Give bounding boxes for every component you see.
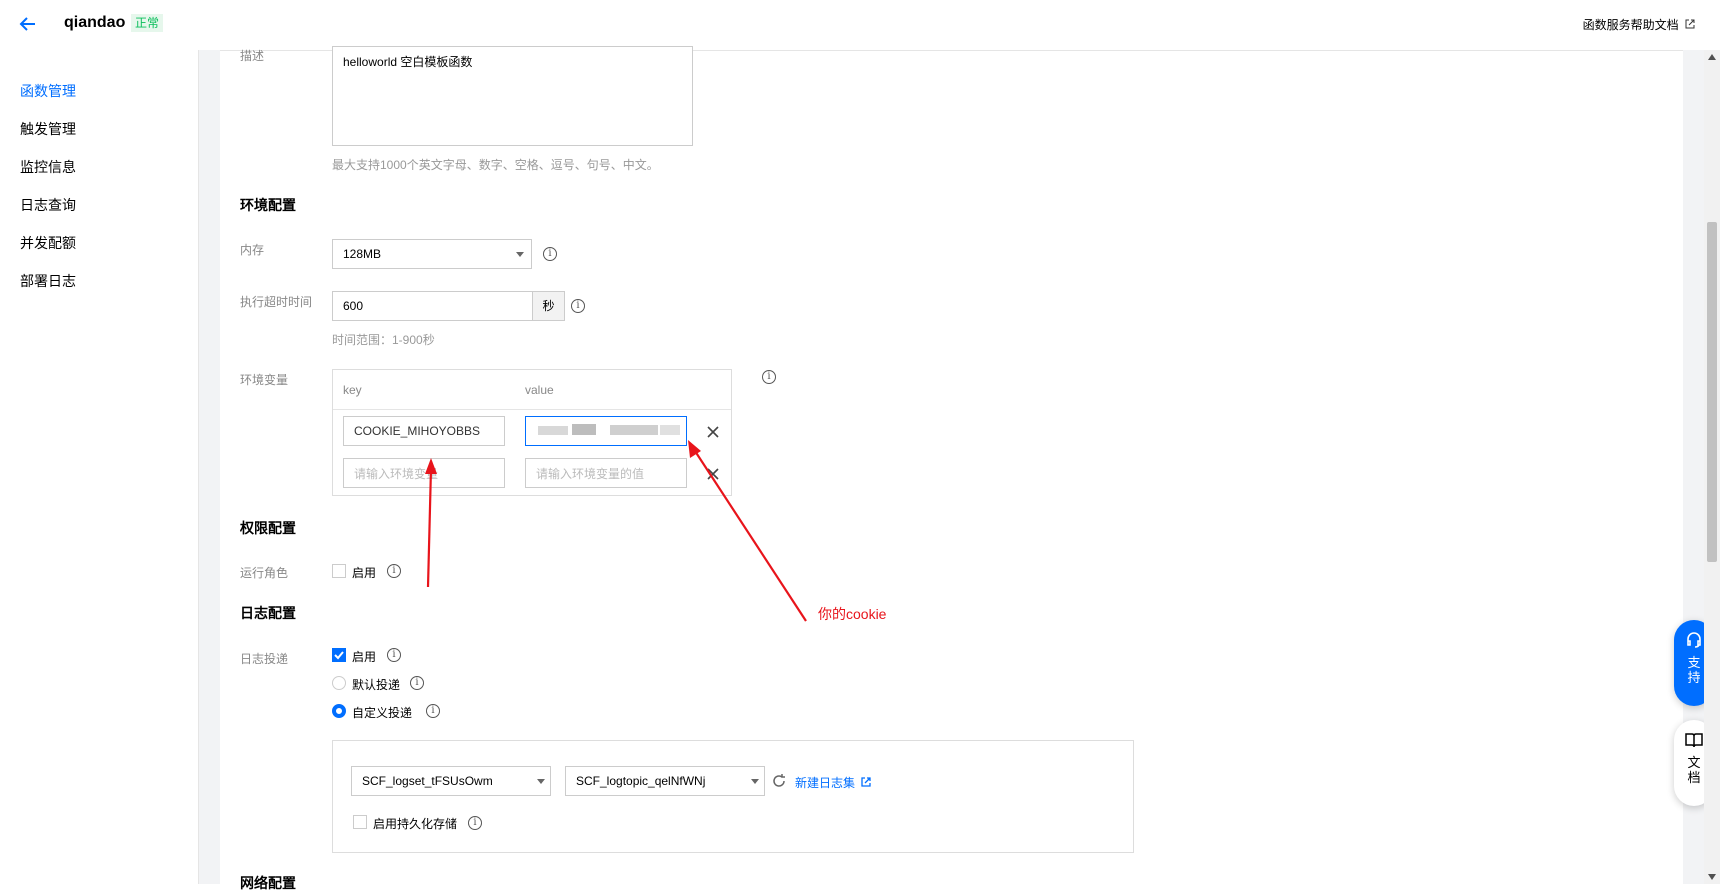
support-label: 支持 [1687,655,1701,685]
annotation-label: 你的cookie [818,606,887,622]
book-icon [1685,733,1703,748]
headset-icon [1687,632,1701,648]
annotation-arrowhead [425,458,437,474]
scrollbar-thumb[interactable] [1707,222,1717,562]
annotation-arrow-line [426,467,433,588]
scroll-down-icon[interactable] [1708,874,1716,880]
docs-label: 文档 [1687,755,1701,785]
annotation-arrows [425,440,807,622]
scroll-up-icon[interactable] [1708,54,1716,60]
annotation-arrow-line [694,450,807,622]
